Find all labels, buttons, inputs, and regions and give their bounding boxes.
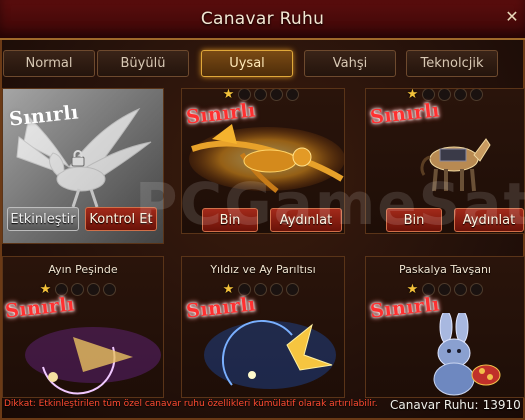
star-empty-icon: ★ [286,283,299,296]
star-filled-icon: ★ [39,282,52,297]
easter-bunny-art [433,313,501,396]
close-icon[interactable]: ✕ [503,8,521,26]
star-empty-icon: ★ [454,89,467,101]
spirit-value: 13910 [482,398,521,412]
watermark: PCGameSat.s [135,170,525,238]
pet-name: Ayın Peşinde [48,263,118,276]
star-rating: ★ ★ ★ ★ ★ [222,88,299,102]
pet-card-6[interactable]: Paskalya Tavşanı ★ ★ ★ ★ ★ Sınırlı [365,256,525,398]
pet-name: Yıldız ve Ay Parıltısı [210,263,316,276]
star-empty-icon: ★ [270,89,283,101]
spirit-label: Canavar Ruhu: [390,398,479,412]
window-title: Canavar Ruhu [200,9,325,29]
footer-note: Dikkat: Etkinleştirilen tüm özel canavar… [4,399,378,409]
star-filled-icon: ★ [222,88,235,102]
activate-button[interactable]: Etkinleştir [7,207,79,231]
tab-normal[interactable]: Normal [3,50,95,77]
star-empty-icon: ★ [103,283,116,296]
star-empty-icon: ★ [254,89,267,101]
pet-name: Paskalya Tavşanı [399,263,491,276]
star-filled-icon: ★ [222,282,235,297]
star-rating: ★ ★ ★ ★ ★ [39,283,116,296]
tab-bar: Normal Büyülü Uysal Vahşi Teknolcjik [0,48,525,80]
lock-icon [71,150,85,167]
beast-spirit-counter: Canavar Ruhu: 13910 [390,398,521,412]
star-empty-icon: ★ [470,283,483,296]
star-rating: ★ ★ ★ ★ ★ [222,283,299,296]
limited-badge: Sınırlı [369,99,441,129]
purple-moon-art [25,327,161,395]
star-filled-icon: ★ [406,282,419,297]
star-filled-icon: ★ [406,88,419,102]
star-empty-icon: ★ [286,89,299,101]
star-empty-icon: ★ [438,283,451,296]
star-rating: ★ ★ ★ ★ ★ [406,283,483,296]
pet-card-4[interactable]: Ayın Peşinde ★ ★ ★ ★ ★ Sınırlı [2,256,164,398]
star-empty-icon: ★ [87,283,100,296]
star-moon-art [204,319,336,389]
star-empty-icon: ★ [470,89,483,101]
tab-vahsi[interactable]: Vahşi [304,50,396,77]
tab-uysal[interactable]: Uysal [201,50,293,77]
pet-card-5[interactable]: Yıldız ve Ay Parıltısı ★ ★ ★ ★ ★ Sınırlı [181,256,345,398]
tab-teknolojik[interactable]: Teknolcjik [406,50,498,77]
title-bar: Canavar Ruhu ✕ [0,0,525,40]
star-empty-icon: ★ [270,283,283,296]
star-empty-icon: ★ [454,283,467,296]
star-rating: ★ ★ ★ ★ ★ [406,88,483,102]
star-empty-icon: ★ [254,283,267,296]
tab-buyulu[interactable]: Büyülü [97,50,189,77]
star-empty-icon: ★ [438,89,451,101]
